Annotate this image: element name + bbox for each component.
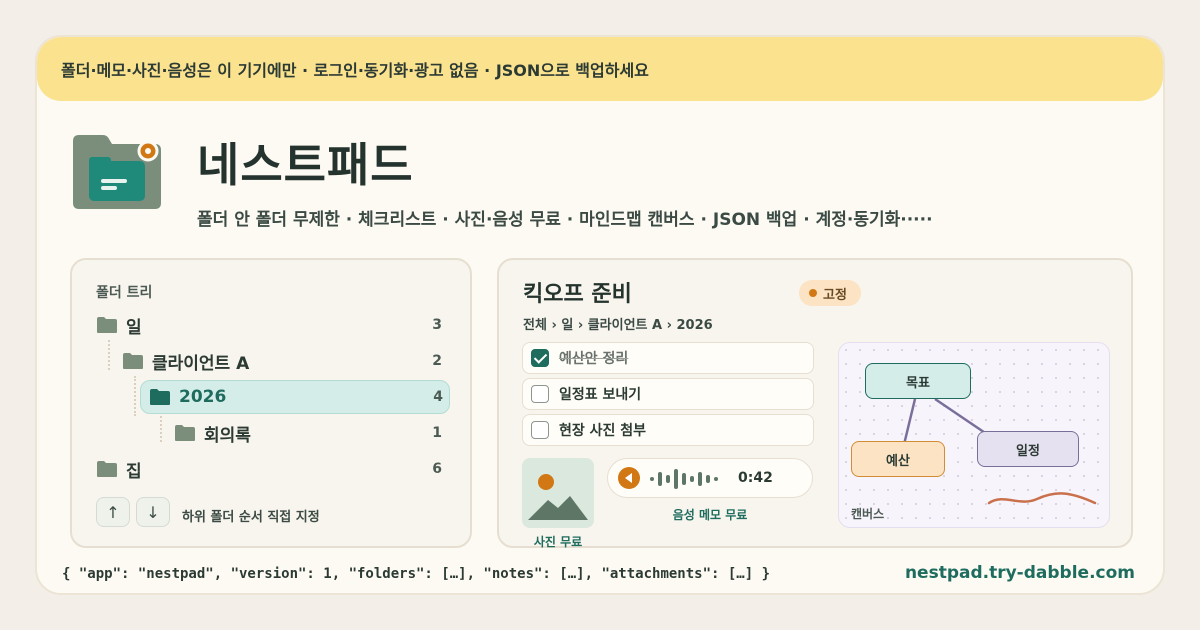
tree-guide [108,340,110,370]
canvas-label: 캔버스 [851,507,885,521]
checklist-item[interactable]: 예산안 정리 [522,342,814,374]
pin-dot-icon [809,289,817,297]
breadcrumb: 전체 › 일 › 클라이언트 A › 2026 [523,318,713,333]
mindmap-node-goal[interactable]: 목표 [865,363,971,399]
waveform-icon [650,469,718,489]
tree-guide [134,376,136,416]
checklist-item-label: 예산안 정리 [559,351,629,367]
tree-item-label: 2026 [179,387,227,407]
folder-tree-title: 폴더 트리 [96,285,153,301]
photo-label: 사진 무료 [533,535,583,549]
tree-item-work[interactable]: 일 3 [96,308,450,342]
image-icon [528,474,588,520]
photo-attachment[interactable] [522,458,594,528]
tree-item-home[interactable]: 집 6 [96,452,450,486]
tree-item-label: 집 [126,461,142,482]
mindmap-node-schedule[interactable]: 일정 [977,431,1079,467]
checkbox-icon[interactable] [531,385,549,403]
folder-icon [123,353,143,369]
pinned-badge[interactable]: 고정 [799,280,861,306]
checklist-item[interactable]: 현장 사진 첨부 [522,414,814,446]
audio-duration: 0:42 [738,470,773,486]
app-title: 네스트패드 [197,138,414,192]
tree-item-count: 3 [432,317,442,333]
banner-text: 폴더·메모·사진·음성은 이 기기에만 · 로그인·동기화·광고 없음 · JS… [61,61,649,80]
promo-card: 폴더·메모·사진·음성은 이 기기에만 · 로그인·동기화·광고 없음 · JS… [35,35,1165,595]
tree-item-label: 일 [126,317,142,338]
tree-item-count: 6 [432,461,442,477]
note-title: 킥오프 준비 [523,282,632,307]
pinned-label: 고정 [823,287,847,303]
site-domain[interactable]: nestpad.try-dabble.com [905,563,1135,583]
checklist-item-label: 현장 사진 첨부 [559,423,647,439]
checkbox-icon[interactable] [531,421,549,439]
folder-tree-panel: 폴더 트리 일 3 클라이언트 A 2 2026 4 회의록 1 집 6 ↑ ↓… [70,258,472,548]
folder-logo-icon [73,135,161,209]
note-panel: 킥오프 준비 고정 전체 › 일 › 클라이언트 A › 2026 예산안 정리… [497,258,1133,549]
tree-item-minutes[interactable]: 회의록 1 [174,416,450,450]
tree-item-count: 4 [433,389,443,405]
mindmap-node-budget[interactable]: 예산 [851,441,945,477]
folder-icon [150,389,170,405]
tree-item-client-a[interactable]: 클라이언트 A 2 [122,344,450,378]
voice-memo-player[interactable]: 0:42 [607,458,813,498]
checklist-item-label: 일정표 보내기 [559,387,642,403]
folder-icon [97,461,117,477]
folder-icon [97,317,117,333]
voice-memo-label: 음성 메모 무료 [672,508,748,522]
move-up-button[interactable]: ↑ [96,497,130,527]
privacy-banner: 폴더·메모·사진·음성은 이 기기에만 · 로그인·동기화·광고 없음 · JS… [37,37,1163,101]
tree-item-label: 회의록 [204,425,251,446]
arrow-up-icon: ↑ [106,502,120,522]
reorder-hint: 하위 폴더 순서 직접 지정 [182,510,320,525]
arrow-down-icon: ↓ [146,502,160,522]
tree-item-2026[interactable]: 2026 4 [140,380,450,414]
json-backup-preview: { "app": "nestpad", "version": 1, "folde… [62,566,771,582]
checkbox-checked-icon[interactable] [531,349,549,367]
app-tagline: 폴더 안 폴더 무제한 · 체크리스트 · 사진·음성 무료 · 마인드맵 캔버… [197,210,933,230]
folder-icon [175,425,195,441]
mindmap-canvas[interactable]: 목표 예산 일정 캔버스 [838,342,1110,528]
move-down-button[interactable]: ↓ [136,497,170,527]
tree-item-count: 1 [432,425,442,441]
play-icon[interactable] [618,467,640,489]
tree-guide [160,412,162,442]
checklist-item[interactable]: 일정표 보내기 [522,378,814,410]
tree-item-count: 2 [432,353,442,369]
tree-item-label: 클라이언트 A [152,353,250,374]
